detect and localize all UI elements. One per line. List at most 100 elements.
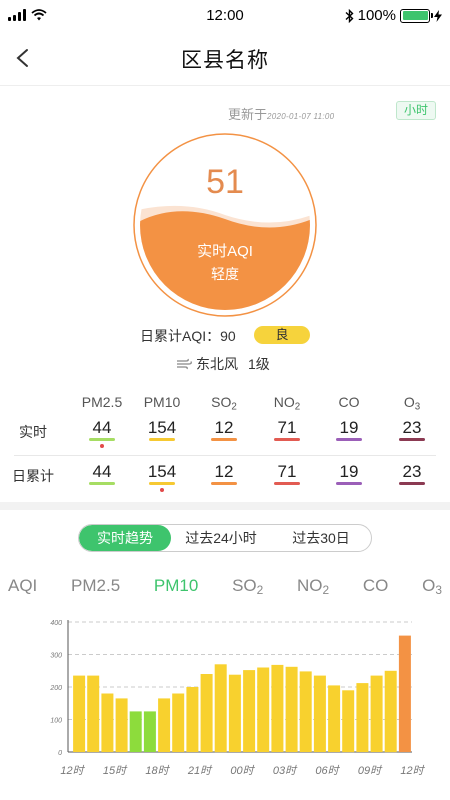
level-underline — [211, 482, 237, 485]
pollutant-value: 44 — [92, 418, 112, 437]
battery-icon — [400, 8, 433, 23]
pollutant-tab[interactable]: SO2 — [232, 576, 263, 597]
level-underline — [149, 438, 175, 441]
daily-aqi: 日累计AQI：90 — [140, 328, 236, 344]
primary-pollutant-dot — [100, 444, 104, 448]
chart-bar — [115, 698, 128, 752]
row-divider — [14, 455, 436, 456]
trend-tab[interactable]: 实时趋势 — [79, 525, 171, 551]
x-tick-label: 03时 — [273, 764, 298, 777]
pollutant-value: 23 — [402, 418, 422, 437]
level-underline — [399, 438, 425, 441]
trend-tabs: 实时趋势 过去24小时 过去30日 — [78, 524, 372, 552]
y-tick-label: 300 — [50, 653, 62, 660]
chart-bar — [384, 670, 397, 753]
level-underline — [149, 482, 175, 485]
row-label: 日累计 — [12, 468, 54, 484]
label-base: NO — [273, 394, 295, 410]
label-base: PM2.5 — [81, 394, 123, 410]
column-header: PM2.5 — [72, 394, 132, 410]
pollutant-value: 71 — [277, 418, 297, 437]
primary-pollutant-dot — [160, 488, 164, 492]
label-subscript: 3 — [435, 582, 442, 597]
level-underline — [399, 482, 425, 485]
column-header: PM10 — [132, 394, 192, 410]
column-header: SO2 — [194, 394, 254, 412]
y-tick-label: 0 — [58, 750, 62, 757]
trend-tab[interactable]: 过去30日 — [271, 525, 371, 551]
wind-info: 东北风 1级 — [176, 354, 270, 374]
label-subscript: 2 — [322, 582, 330, 597]
pollutant-tab[interactable]: PM10 — [154, 576, 198, 597]
x-tick-label: 12时 — [60, 764, 85, 777]
chart-bar — [271, 664, 284, 752]
aqi-label: 实时AQI — [197, 243, 253, 260]
chart-bar — [200, 674, 213, 752]
status-bar: 12:00 100% — [0, 0, 450, 32]
chart-bar — [370, 675, 383, 752]
label-subscript: 2 — [294, 401, 301, 413]
update-timestamp: 2020-01-07 11:00 — [267, 112, 335, 121]
bluetooth-icon — [345, 8, 354, 23]
chart-bar — [214, 664, 227, 753]
level-underline — [274, 482, 300, 485]
wind-direction: 东北风 — [196, 356, 238, 372]
aqi-value: 51 — [206, 163, 244, 201]
pollutant-value: 154 — [147, 462, 177, 481]
chart-bar — [73, 675, 86, 752]
chart-bar — [257, 667, 270, 752]
aqi-level: 轻度 — [211, 266, 239, 282]
row-label: 实时 — [19, 424, 47, 440]
chart-bar — [342, 690, 355, 753]
trend-tab[interactable]: 过去24小时 — [171, 525, 271, 551]
pollutant-tab[interactable]: PM2.5 — [71, 576, 120, 597]
chart-bar — [158, 698, 171, 752]
label-subscript: 3 — [414, 401, 421, 413]
pollutant-tab[interactable]: CO — [363, 576, 389, 597]
chart-bar — [101, 693, 114, 752]
update-time: 更新于2020-01-07 11:00 — [228, 104, 334, 123]
nav-bar: 区县名称 — [0, 32, 450, 86]
pollutant-tabs: AQI PM2.5 PM10 SO2 NO2 CO O3 — [8, 576, 442, 597]
column-header: NO2 — [257, 394, 317, 412]
pollutant-tab[interactable]: AQI — [8, 576, 37, 597]
pollutant-value: 44 — [92, 462, 112, 481]
x-tick-label: 12时 — [400, 764, 425, 777]
chart-bar — [299, 671, 312, 752]
chart-bar — [313, 675, 326, 752]
update-label: 更新于 — [228, 107, 268, 122]
pollutant-tab[interactable]: NO2 — [297, 576, 329, 597]
chart-bar — [87, 675, 100, 752]
pollutant-value: 19 — [339, 418, 359, 437]
y-tick-label: 400 — [50, 620, 62, 627]
x-tick-label: 21时 — [187, 764, 213, 777]
chart-bar — [328, 685, 341, 752]
y-tick-label: 100 — [50, 718, 62, 725]
y-tick-label: 200 — [49, 685, 62, 692]
pollutant-value: 71 — [277, 462, 297, 481]
level-underline — [336, 482, 362, 485]
level-underline — [336, 438, 362, 441]
label-base: AQI — [8, 576, 38, 595]
chart-bar — [356, 683, 369, 752]
label-base: O — [422, 576, 436, 595]
chart-bar — [143, 711, 156, 752]
hour-badge[interactable]: 小时 — [396, 101, 436, 120]
pollutant-value: 154 — [147, 418, 177, 437]
x-tick-label: 09时 — [358, 764, 383, 777]
label-base: SO — [232, 576, 257, 595]
pollutant-value: 12 — [214, 418, 234, 437]
label-base: PM10 — [143, 394, 181, 410]
label-subscript: 2 — [256, 582, 264, 597]
level-underline — [211, 438, 237, 441]
x-tick-label: 15时 — [103, 764, 128, 777]
chart-bar — [186, 687, 199, 752]
chart-bar — [172, 693, 185, 752]
section-separator — [0, 502, 450, 510]
x-tick-label: 06时 — [315, 764, 340, 777]
pollutant-tab[interactable]: O3 — [422, 576, 442, 597]
chart-bar — [243, 670, 256, 752]
pollutant-value: 23 — [402, 462, 422, 481]
chart-bar — [129, 711, 142, 752]
chart-bar — [285, 666, 298, 752]
